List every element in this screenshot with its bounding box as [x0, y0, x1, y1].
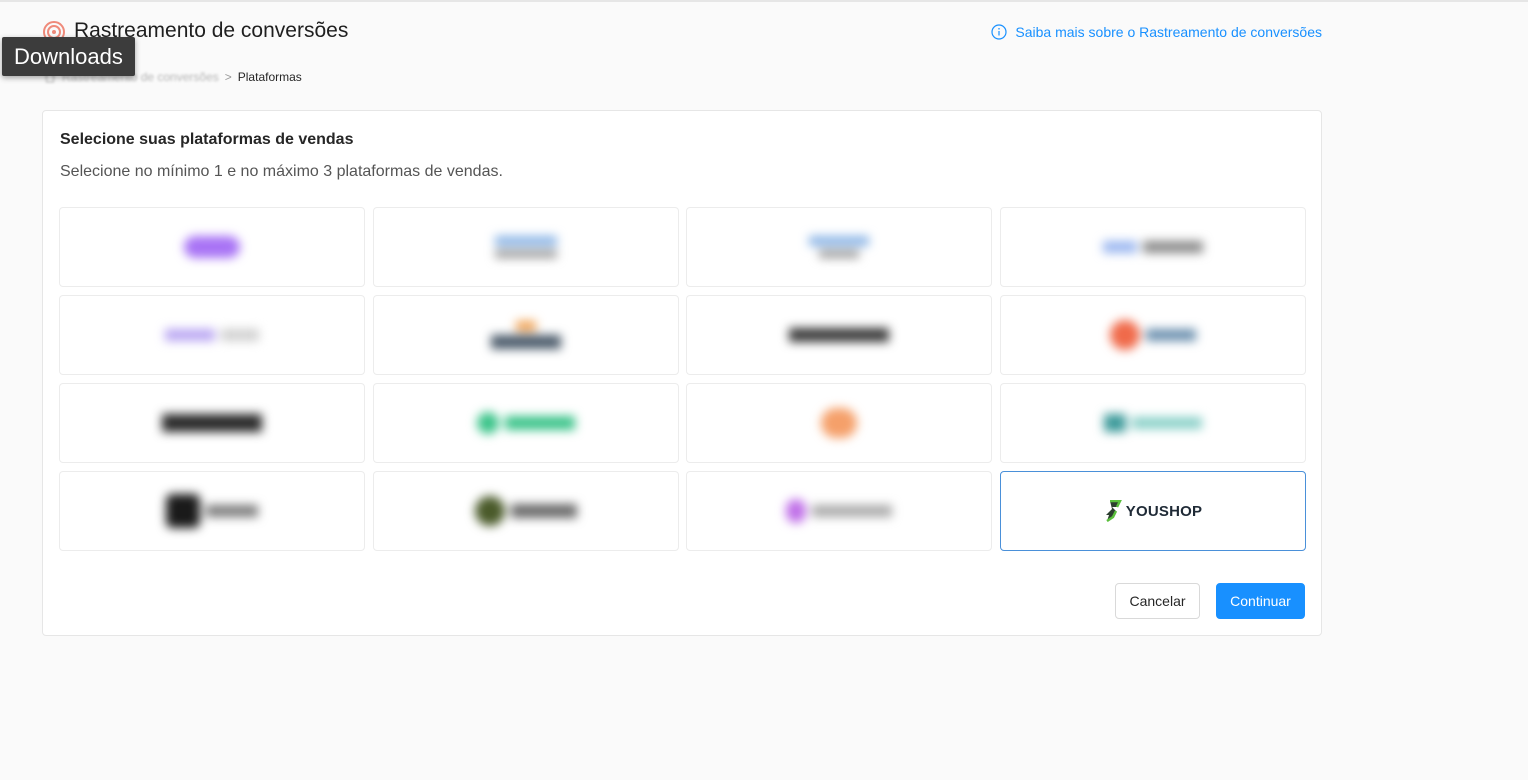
platform-tile[interactable]: [373, 207, 679, 287]
platform-logo: [786, 499, 892, 523]
platform-tile[interactable]: [373, 295, 679, 375]
platform-tile[interactable]: [1000, 383, 1306, 463]
platform-logo: [495, 236, 557, 258]
youshop-s-icon: [1105, 500, 1122, 522]
platform-tile[interactable]: [1000, 207, 1306, 287]
platform-tile[interactable]: [1000, 295, 1306, 375]
platform-tile[interactable]: [59, 295, 365, 375]
platform-logo: [165, 329, 259, 341]
platform-logo: [809, 236, 869, 258]
card-title: Selecione suas plataformas de vendas: [60, 131, 354, 148]
platform-tile[interactable]: [686, 295, 992, 375]
help-link-label: Saiba mais sobre o Rastreamento de conve…: [1015, 24, 1322, 40]
platform-logo: [1110, 320, 1196, 350]
platform-logo: [491, 321, 561, 349]
platform-logo: [821, 408, 857, 438]
platform-selection-card: Selecione suas plataformas de vendas Sel…: [42, 110, 1322, 636]
platform-tile[interactable]: [686, 383, 992, 463]
platform-logo: [789, 328, 889, 342]
platform-tile[interactable]: [373, 471, 679, 551]
platform-tile[interactable]: [373, 383, 679, 463]
breadcrumb-current: Plataformas: [237, 70, 302, 84]
cancel-button[interactable]: Cancelar: [1115, 583, 1200, 619]
info-icon: [991, 24, 1007, 40]
youshop-label: YOUSHOP: [1125, 502, 1203, 520]
platform-logo: [475, 496, 577, 526]
platform-tile[interactable]: [59, 383, 365, 463]
platform-tile[interactable]: [686, 471, 992, 551]
card-subtitle: Selecione no mínimo 1 e no máximo 3 plat…: [60, 163, 503, 180]
youshop-logo: YOUSHOP: [1104, 500, 1202, 522]
platform-tile[interactable]: [686, 207, 992, 287]
top-divider: [0, 0, 1528, 2]
platform-tile[interactable]: [59, 207, 365, 287]
help-link[interactable]: Saiba mais sobre o Rastreamento de conve…: [991, 24, 1322, 40]
page-header: Rastreamento de conversões Saiba mais so…: [42, 18, 1322, 48]
platform-logo: [477, 412, 575, 434]
downloads-tooltip: Downloads: [2, 37, 135, 76]
platform-logo: [166, 494, 258, 528]
platform-logo: [184, 236, 240, 258]
platform-tile[interactable]: [59, 471, 365, 551]
platform-logo: [1103, 241, 1203, 253]
continue-button[interactable]: Continuar: [1216, 583, 1305, 619]
platform-logo: [162, 414, 262, 432]
platform-logo: [1104, 414, 1202, 432]
platform-tile-youshop[interactable]: YOUSHOP: [1000, 471, 1306, 551]
chevron-right-icon: >: [224, 70, 232, 84]
